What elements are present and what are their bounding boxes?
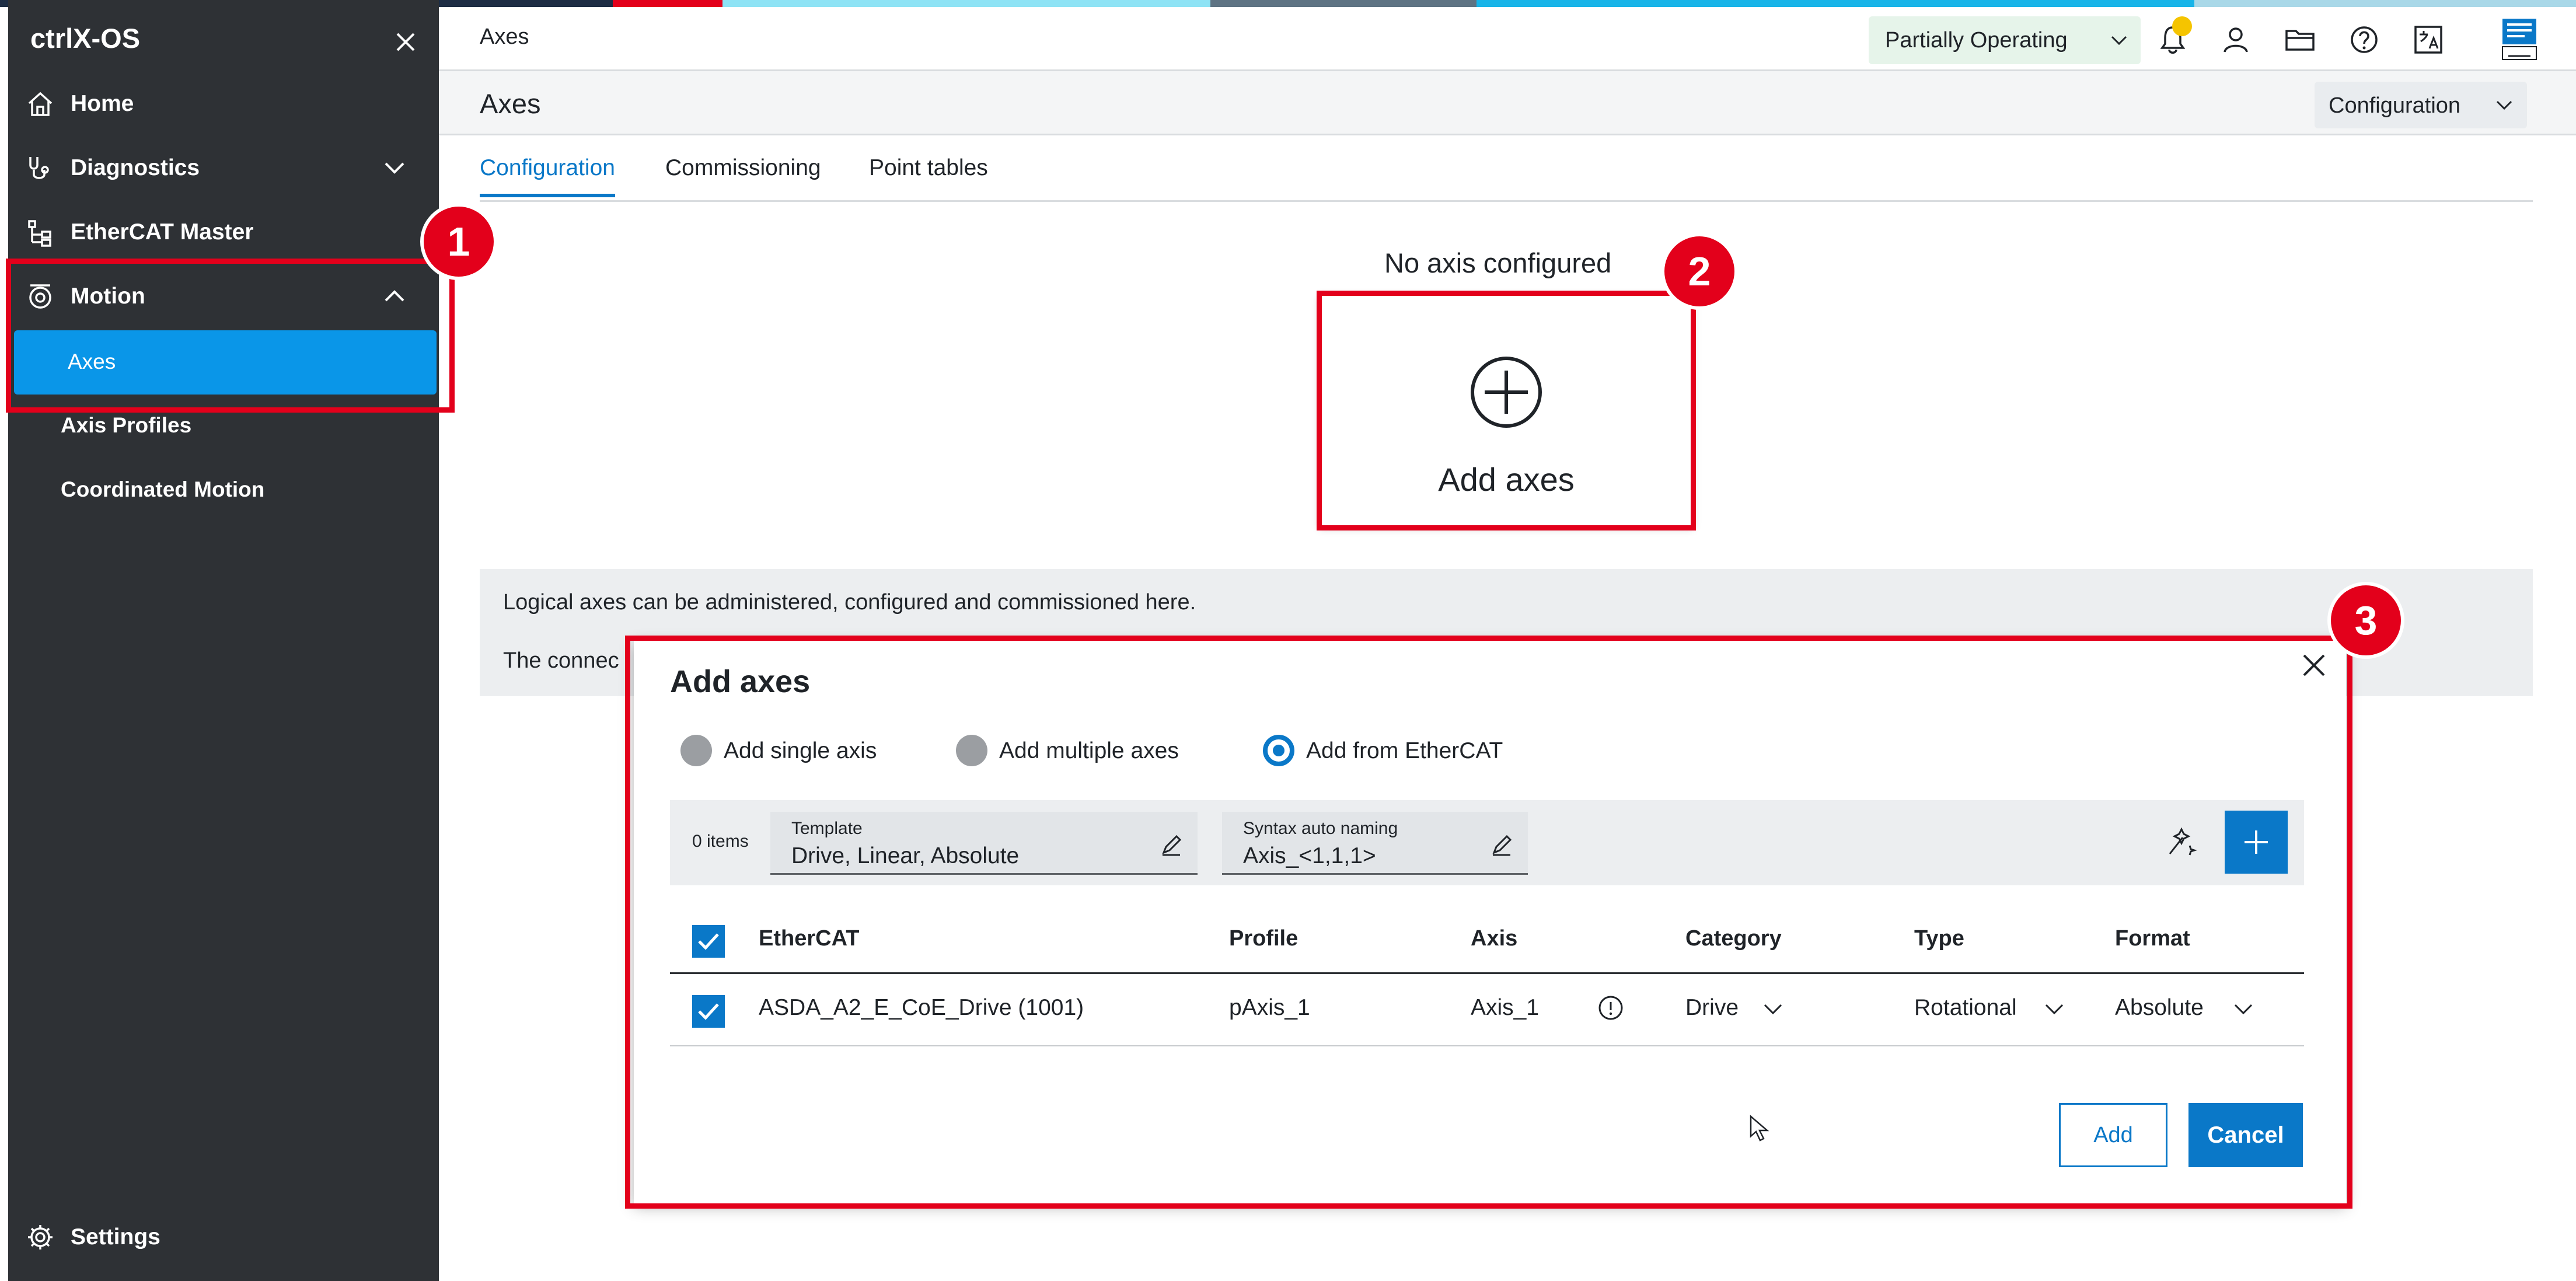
folder-icon[interactable]	[2282, 22, 2318, 58]
chevron-down-icon	[385, 162, 404, 174]
page-title-bar: Axes Configuration	[439, 71, 2576, 135]
close-icon[interactable]	[388, 25, 423, 60]
sidebar: ctrlX-OS Home Diagnostics EtherCAT Maste…	[8, 0, 439, 1281]
sidebar-item-label: Coordinated Motion	[61, 477, 265, 501]
sidebar-item-label: Settings	[71, 1224, 160, 1249]
operating-status-dropdown[interactable]: Partially Operating	[1869, 16, 2141, 64]
tab-bar: Configuration Commissioning Point tables	[480, 140, 2533, 202]
highlight-box-motion	[6, 259, 455, 413]
notification-badge	[2172, 16, 2192, 36]
tab-point-tables[interactable]: Point tables	[869, 155, 988, 194]
tab-commissioning[interactable]: Commissioning	[665, 155, 821, 194]
gear-icon	[28, 1225, 53, 1249]
sidebar-item-label: Axis Profiles	[61, 413, 192, 437]
info-text: Logical axes can be administered, config…	[503, 590, 1196, 615]
help-icon[interactable]	[2346, 22, 2382, 58]
sidebar-item-ethercat-master[interactable]: EtherCAT Master	[8, 200, 439, 264]
mode-label: Configuration	[2329, 93, 2461, 118]
mode-dropdown[interactable]: Configuration	[2315, 82, 2527, 128]
page-title: Axes	[480, 88, 541, 119]
highlight-box-dialog	[625, 636, 2352, 1209]
user-icon[interactable]	[2218, 22, 2254, 58]
brand-title: ctrlX-OS	[30, 23, 141, 54]
top-header: Axes Partially Operating	[439, 7, 2576, 71]
sidebar-header: ctrlX-OS	[8, 0, 439, 78]
chevron-down-icon	[2496, 100, 2512, 110]
empty-state-message: No axis configured	[1384, 247, 1612, 278]
stethoscope-icon	[29, 157, 49, 179]
network-topology-icon	[28, 220, 51, 247]
status-label: Partially Operating	[1885, 28, 2068, 53]
annotation-badge-2: 2	[1664, 236, 1734, 306]
sidebar-item-home[interactable]: Home	[8, 72, 439, 136]
info-text: The connec	[503, 648, 619, 673]
chevron-down-icon	[2111, 36, 2127, 46]
sidebar-item-label: Diagnostics	[71, 155, 200, 180]
sidebar-item-settings[interactable]: Settings	[8, 1205, 439, 1269]
sidebar-item-diagnostics[interactable]: Diagnostics	[8, 136, 439, 200]
tab-configuration[interactable]: Configuration	[480, 155, 615, 197]
ctrlx-os-logo[interactable]	[2494, 15, 2544, 65]
breadcrumb: Axes	[480, 25, 529, 49]
sidebar-subitem-coordinated-motion[interactable]: Coordinated Motion	[8, 458, 439, 522]
sidebar-item-label: EtherCAT Master	[71, 219, 254, 245]
home-icon	[28, 92, 53, 116]
sidebar-item-label: Home	[71, 91, 134, 116]
language-icon[interactable]	[2410, 22, 2446, 58]
highlight-box-add-axes-card	[1317, 291, 1696, 530]
annotation-badge-1: 1	[424, 207, 494, 277]
annotation-badge-3: 3	[2331, 585, 2401, 655]
